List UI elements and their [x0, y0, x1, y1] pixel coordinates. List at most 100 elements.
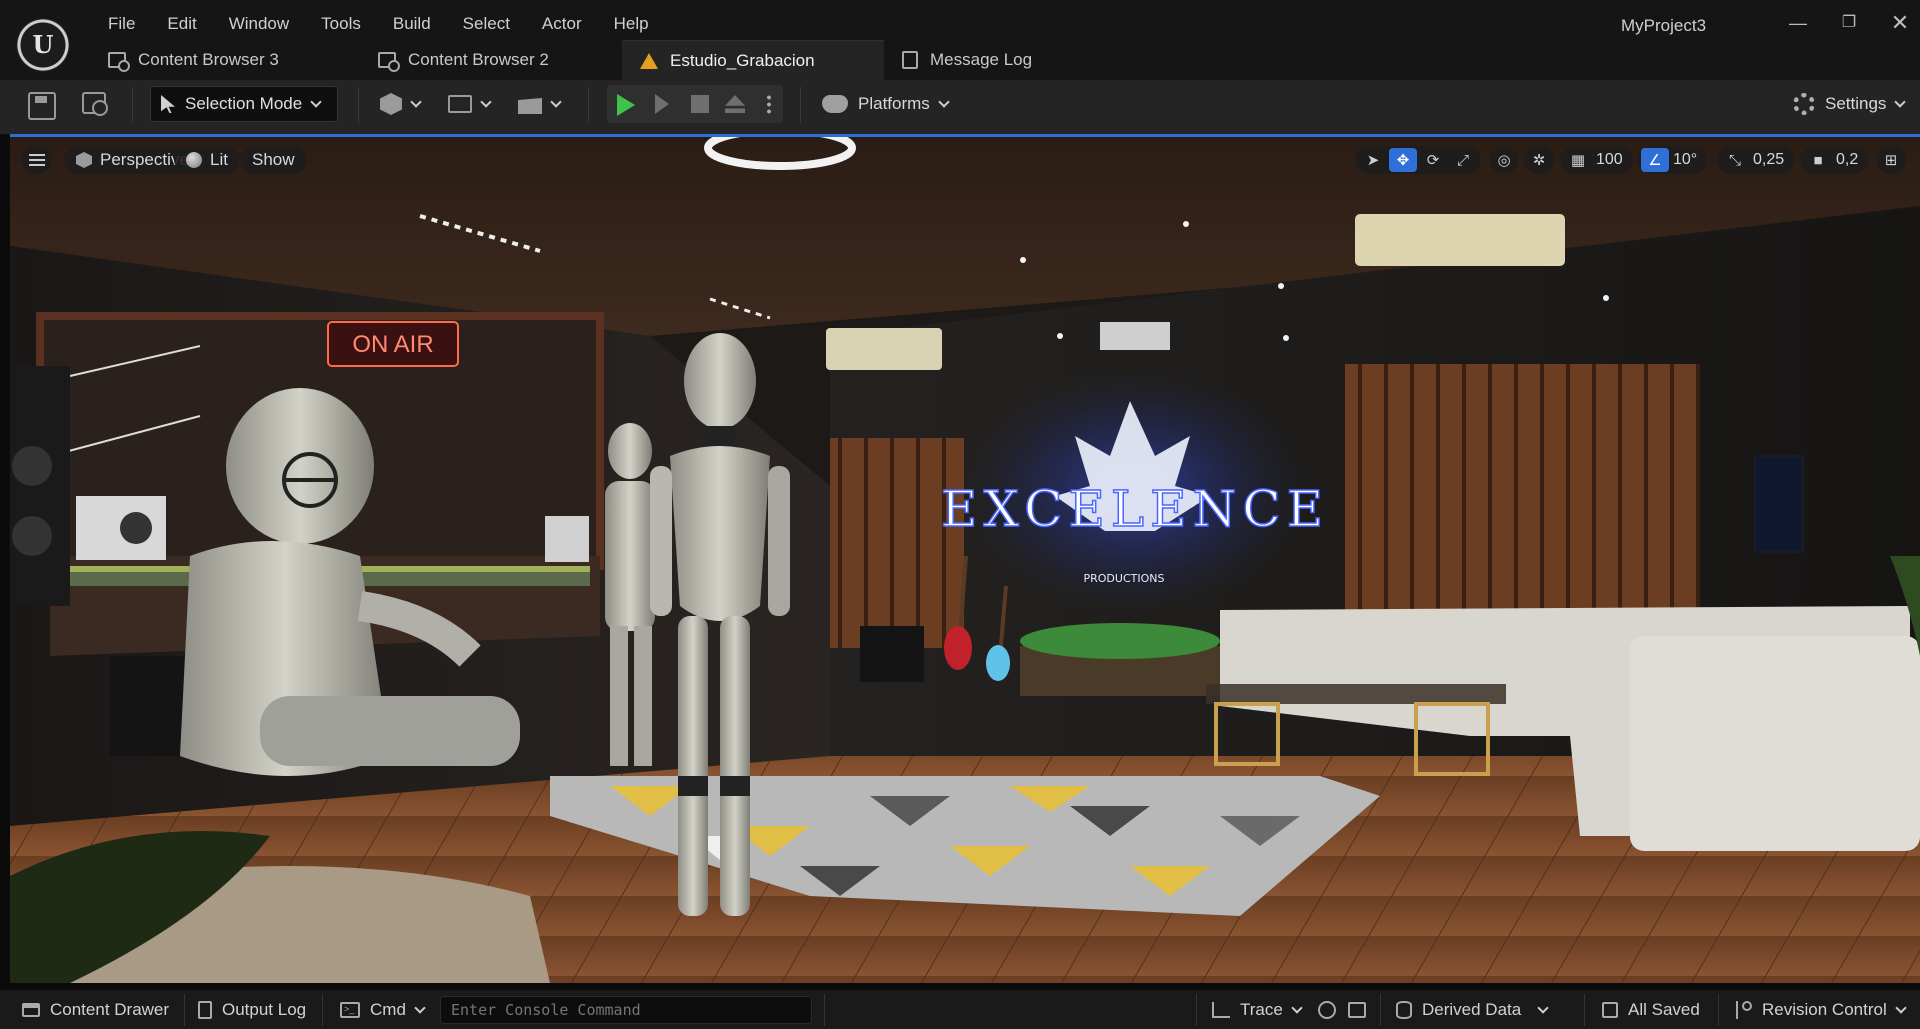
platforms-label: Platforms	[858, 94, 930, 113]
play-options-button[interactable]	[767, 94, 771, 114]
platforms-dropdown[interactable]: Platforms	[822, 91, 950, 117]
tab-label: Estudio_Grabacion	[670, 50, 815, 70]
tab-content-browser-2[interactable]: Content Browser 2	[360, 40, 622, 80]
trace-icon	[1212, 1002, 1230, 1018]
blueprint-icon	[448, 95, 472, 113]
menu-window[interactable]: Window	[213, 12, 305, 36]
viewport-layout-button[interactable]: ⊞	[1876, 146, 1906, 174]
derived-data-icon	[1396, 1001, 1412, 1019]
scale-snap-icon: ⤡	[1728, 151, 1741, 169]
move-tool-button[interactable]: ✥	[1389, 148, 1417, 172]
minimize-button[interactable]: —	[1785, 12, 1811, 34]
lit-sphere-icon	[186, 152, 202, 168]
settings-label: Settings	[1825, 94, 1887, 113]
chevron-down-icon	[1537, 1001, 1549, 1014]
derived-data-label: Derived Data	[1422, 1000, 1522, 1019]
white-sofa-chaise	[1630, 636, 1920, 851]
level-viewport[interactable]: ON AIR EXCELENCE PRODUCTIONS Perspective…	[10, 136, 1920, 983]
trace-dropdown[interactable]: Trace	[1212, 990, 1303, 1029]
revision-control-dropdown[interactable]: Revision Control	[1736, 990, 1907, 1029]
camera-icon: ■	[1813, 151, 1823, 169]
menu-help[interactable]: Help	[598, 12, 665, 36]
settings-dropdown[interactable]: Settings	[1793, 91, 1907, 117]
speaker-cone	[12, 446, 52, 486]
output-log-label: Output Log	[222, 1000, 307, 1019]
planter-shrubs	[1020, 623, 1220, 659]
content-browser-icon[interactable]	[82, 92, 108, 116]
toolbar-divider	[800, 87, 801, 123]
scale-snap-control[interactable]: ⤡ 0,25	[1717, 146, 1795, 174]
camera-speed-control[interactable]: ■ 0,2	[1800, 146, 1869, 174]
content-drawer-label: Content Drawer	[50, 1000, 170, 1019]
all-saved-button[interactable]: All Saved	[1602, 990, 1700, 1029]
grid-snap-value: 100	[1596, 151, 1623, 168]
viewport-options-button[interactable]	[22, 146, 52, 174]
perspective-icon	[76, 152, 92, 168]
select-tool-button[interactable]: ➤	[1359, 148, 1387, 172]
menu-build[interactable]: Build	[377, 12, 447, 36]
title-bar: U File Edit Window Tools Build Select Ac…	[0, 0, 1920, 80]
rotate-tool-button[interactable]: ⟳	[1419, 148, 1447, 172]
world-local-toggle[interactable]: ◎	[1490, 146, 1518, 174]
tab-content-browser-3[interactable]: Content Browser 3	[90, 40, 360, 80]
blueprints-dropdown[interactable]	[448, 91, 492, 117]
air-vent	[1100, 322, 1170, 350]
tab-label: Message Log	[930, 50, 1033, 69]
stop-button[interactable]	[691, 95, 709, 113]
scale-tool-button[interactable]: ⤢	[1449, 148, 1477, 172]
menu-actor[interactable]: Actor	[526, 12, 598, 36]
show-dropdown[interactable]: Show	[240, 146, 307, 174]
unreal-logo-icon[interactable]: U	[16, 18, 70, 72]
rotation-snap-control[interactable]: ∠ 10°	[1637, 146, 1708, 174]
save-icon[interactable]	[28, 92, 56, 120]
view-mode-dropdown[interactable]: Lit	[174, 146, 240, 174]
restore-button[interactable]: ❐	[1836, 12, 1862, 34]
eject-button[interactable]	[725, 95, 745, 113]
chevron-down-icon	[410, 95, 422, 108]
cinematics-dropdown[interactable]	[518, 91, 562, 117]
guitar-amp	[860, 626, 924, 682]
status-divider	[1380, 994, 1381, 1026]
content-browser-icon	[378, 52, 400, 72]
tab-estudio-grabacion[interactable]: Estudio_Grabacion	[622, 40, 884, 80]
viewport-scene[interactable]: ON AIR EXCELENCE PRODUCTIONS	[10, 136, 1920, 983]
advance-frame-button[interactable]	[655, 94, 669, 114]
studio-monitor-right	[545, 516, 589, 562]
status-divider	[184, 994, 185, 1026]
snapshot-icon	[1348, 1002, 1366, 1018]
tab-message-log[interactable]: Message Log	[884, 40, 1084, 80]
console-icon: >_	[340, 1002, 360, 1018]
surface-snap-toggle[interactable]: ✲	[1524, 146, 1554, 174]
content-drawer-icon	[22, 1003, 40, 1017]
content-drawer-button[interactable]: Content Drawer	[22, 990, 169, 1029]
menu-file[interactable]: File	[92, 12, 151, 36]
chevron-down-icon	[1895, 1001, 1907, 1014]
toolbar-divider	[358, 87, 359, 123]
eject-icon	[725, 95, 745, 113]
menu-edit[interactable]: Edit	[151, 12, 212, 36]
gamepad-icon	[822, 95, 848, 113]
derived-data-dropdown[interactable]: Derived Data	[1396, 990, 1549, 1029]
trace-snapshot-button[interactable]	[1348, 990, 1366, 1029]
close-button[interactable]: ✕	[1887, 12, 1913, 34]
grid-snap-control[interactable]: ▦ 100	[1560, 146, 1633, 174]
gear-icon	[1793, 93, 1815, 115]
output-log-icon	[198, 1001, 212, 1019]
chevron-down-icon	[310, 95, 322, 108]
play-button[interactable]	[617, 94, 635, 116]
trace-record-button[interactable]	[1318, 990, 1336, 1029]
selection-mode-dropdown[interactable]: Selection Mode	[150, 86, 338, 122]
tall-speaker	[10, 366, 70, 606]
menu-select[interactable]: Select	[447, 12, 526, 36]
menu-tools[interactable]: Tools	[305, 12, 377, 36]
acoustic-wood-panels	[830, 438, 964, 648]
console-command-input[interactable]	[440, 996, 812, 1024]
productions-logo-text: PRODUCTIONS	[1084, 572, 1165, 585]
grid-snap-icon: ▦	[1570, 152, 1586, 169]
output-log-button[interactable]: Output Log	[198, 990, 306, 1029]
cmd-dropdown[interactable]: >_ Cmd	[340, 990, 426, 1029]
level-icon	[640, 52, 658, 69]
chevron-down-icon	[414, 1001, 426, 1014]
add-actor-dropdown[interactable]	[380, 91, 422, 117]
status-divider	[1196, 994, 1197, 1026]
